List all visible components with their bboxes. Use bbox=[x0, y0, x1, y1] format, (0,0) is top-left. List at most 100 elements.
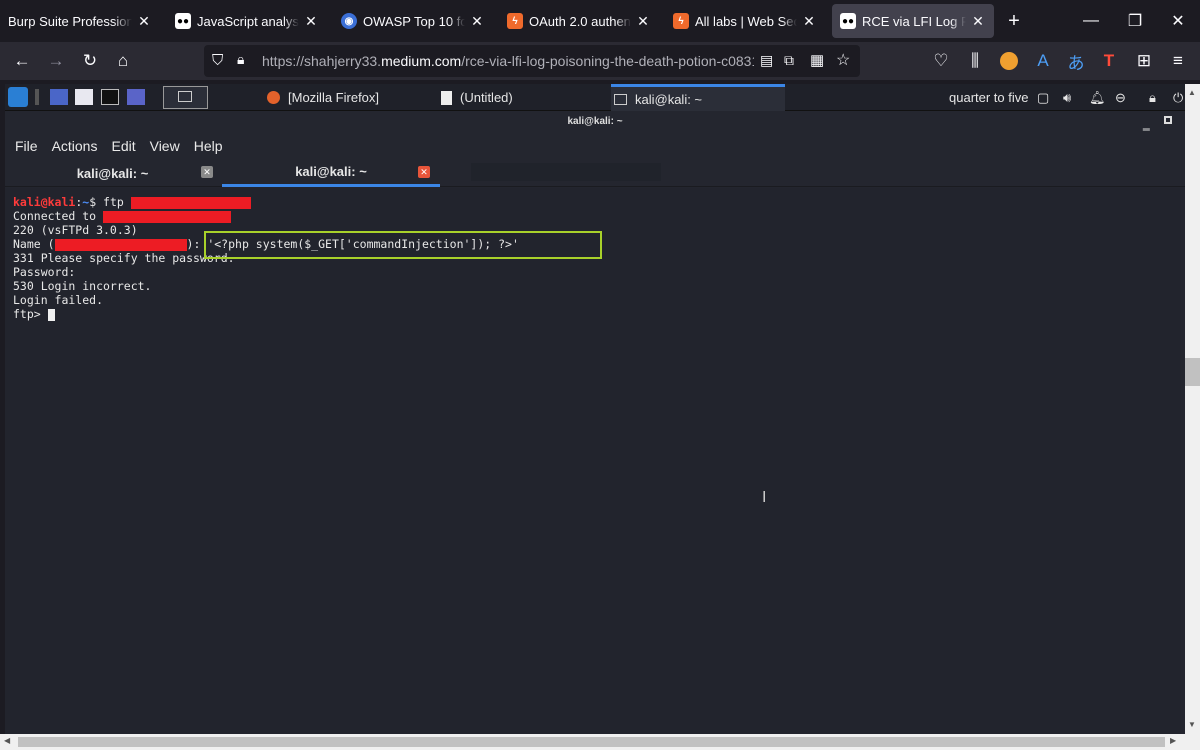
menu-help[interactable]: Help bbox=[194, 138, 223, 154]
firefox-icon bbox=[267, 91, 280, 104]
desktop-panel: [Mozilla Firefox] (Untitled) kali@kali: … bbox=[5, 84, 1185, 111]
scroll-up-icon[interactable]: ▲ bbox=[1188, 88, 1196, 97]
terminal-window-title: kali@kali: ~ bbox=[5, 111, 1185, 133]
lock-screen-icon[interactable]: 🔒︎ bbox=[1149, 84, 1156, 111]
browser-tab-label: Burp Suite Professional bbox=[8, 13, 132, 29]
new-tab-button[interactable]: + bbox=[993, 0, 1035, 42]
close-window-button[interactable]: ✕ bbox=[1157, 0, 1199, 42]
power-icon[interactable]: ⏻ bbox=[1173, 84, 1183, 111]
minimize-window-button[interactable]: ‗ bbox=[1143, 117, 1150, 131]
file-manager-icon[interactable] bbox=[75, 89, 93, 105]
browser-tab-label: JavaScript analysis leads to bbox=[197, 13, 299, 29]
notification-bell-icon[interactable]: 🔔︎ bbox=[1089, 84, 1106, 111]
portswigger-icon: ϟ bbox=[673, 13, 689, 29]
pocket-icon[interactable]: ♡ bbox=[927, 47, 955, 75]
browser-tab[interactable]: ●● JavaScript analysis leads to ✕ bbox=[167, 4, 327, 38]
lock-icon[interactable]: 🔒︎ bbox=[237, 51, 244, 68]
extensions-icon[interactable]: ⊞ bbox=[1130, 47, 1158, 75]
terminal-line: 530 Login incorrect. bbox=[13, 279, 152, 293]
browser-tab-label: OWASP Top 10 for Web bbox=[363, 13, 465, 29]
close-icon[interactable]: ✕ bbox=[136, 13, 152, 30]
maximize-window-button[interactable] bbox=[1164, 116, 1172, 124]
browser-tab-active[interactable]: ●● RCE via LFI Log Poisoning ✕ bbox=[832, 4, 994, 38]
medium-icon: ●● bbox=[840, 13, 856, 29]
terminal-tab-active[interactable]: kali@kali: ~ bbox=[222, 159, 440, 187]
network-icon[interactable]: ⊖ bbox=[1115, 84, 1126, 111]
text-cursor bbox=[47, 308, 55, 321]
panel-separator bbox=[35, 89, 39, 105]
kali-menu-icon[interactable] bbox=[8, 87, 28, 107]
forward-icon[interactable]: → bbox=[42, 47, 70, 75]
translate-extension-icon[interactable]: A bbox=[1029, 47, 1057, 75]
scrollbar-thumb[interactable] bbox=[18, 737, 1165, 747]
browser-tab-strip: Burp Suite Professional ✕ ●● JavaScript … bbox=[0, 0, 1200, 42]
extension-icon[interactable] bbox=[995, 47, 1023, 75]
menu-view[interactable]: View bbox=[150, 138, 180, 154]
scroll-left-icon[interactable]: ◀ bbox=[4, 736, 10, 745]
terminal-launcher-icon[interactable] bbox=[101, 89, 119, 105]
display-icon[interactable]: ▢ bbox=[1037, 84, 1049, 111]
restore-button[interactable]: ❐ bbox=[1114, 0, 1156, 42]
document-icon bbox=[441, 90, 452, 105]
qr-code-icon[interactable]: ▦ bbox=[810, 51, 824, 69]
terminal-line: ftp> bbox=[13, 307, 1181, 321]
horizontal-scrollbar[interactable]: ◀ ▶ bbox=[0, 734, 1200, 750]
close-icon[interactable]: ✕ bbox=[469, 13, 485, 30]
workspace-switcher[interactable] bbox=[163, 86, 208, 109]
menu-actions[interactable]: Actions bbox=[52, 138, 98, 154]
terminal-tab[interactable]: kali@kali: ~ bbox=[5, 159, 220, 187]
browser-tab[interactable]: ϟ All labs | Web Security ✕ bbox=[665, 4, 825, 38]
text-extension-icon[interactable]: T bbox=[1095, 47, 1123, 75]
panel-task-firefox[interactable]: [Mozilla Firefox] bbox=[267, 84, 379, 111]
redacted-username bbox=[54, 238, 187, 251]
scroll-right-icon[interactable]: ▶ bbox=[1170, 736, 1176, 745]
panel-task-terminal[interactable]: kali@kali: ~ bbox=[611, 84, 785, 111]
browser-tab-label: All labs | Web Security bbox=[695, 13, 797, 29]
terminal-output[interactable]: kali@kali:~$ ftp Connected to 220 (vsFTP… bbox=[5, 188, 1181, 734]
browser-tab-label: OAuth 2.0 authentication bbox=[529, 13, 631, 29]
translate-icon[interactable]: ⧉ bbox=[784, 52, 794, 69]
browser-tab[interactable]: ϟ OAuth 2.0 authentication ✕ bbox=[499, 4, 659, 38]
reader-view-icon[interactable]: ▤ bbox=[760, 52, 773, 69]
browser-tab[interactable]: ◉ OWASP Top 10 for Web ✕ bbox=[333, 4, 493, 38]
screenshot-icon[interactable] bbox=[127, 89, 145, 105]
minimize-button[interactable]: — bbox=[1070, 0, 1112, 42]
library-icon[interactable]: ⫼ bbox=[961, 47, 989, 75]
shield-icon[interactable]: ⛉ bbox=[212, 52, 223, 69]
bookmark-star-icon[interactable]: ☆ bbox=[836, 50, 850, 70]
menu-edit[interactable]: Edit bbox=[111, 138, 135, 154]
back-icon[interactable]: ← bbox=[8, 47, 36, 75]
panel-task-untitled[interactable]: (Untitled) bbox=[441, 84, 513, 111]
translator-icon[interactable]: あ bbox=[1062, 47, 1090, 75]
navigation-bar: ← → ↻ ⌂ ⛉ 🔒︎ https://shahjerry33.medium.… bbox=[0, 42, 1200, 80]
volume-icon[interactable]: 🔊︎ bbox=[1063, 84, 1071, 111]
close-tab-icon[interactable]: ✕ bbox=[418, 166, 430, 178]
browser-tab[interactable]: Burp Suite Professional ✕ bbox=[0, 4, 160, 38]
redacted-ip bbox=[130, 196, 251, 209]
close-icon[interactable]: ✕ bbox=[801, 13, 817, 30]
menu-file[interactable]: File bbox=[15, 138, 38, 154]
owasp-icon: ◉ bbox=[341, 13, 357, 29]
home-icon[interactable]: ⌂ bbox=[109, 47, 137, 75]
panel-clock[interactable]: quarter to five bbox=[949, 84, 1029, 111]
medium-icon: ●● bbox=[175, 13, 191, 29]
redacted-host bbox=[103, 210, 232, 223]
terminal-line: Connected to bbox=[13, 209, 1181, 223]
terminal-tab-bar: kali@kali: ~ ✕ kali@kali: ~ ✕ bbox=[5, 159, 1185, 187]
close-icon[interactable]: ✕ bbox=[970, 13, 986, 30]
show-desktop-icon[interactable] bbox=[50, 89, 68, 105]
url-bar[interactable]: ⛉ 🔒︎ https://shahjerry33.medium.com/rce-… bbox=[204, 45, 860, 77]
menu-icon[interactable]: ≡ bbox=[1164, 47, 1192, 75]
vertical-scrollbar[interactable]: ▲ ▼ bbox=[1185, 84, 1200, 734]
url-text[interactable]: https://shahjerry33.medium.com/rce-via-l… bbox=[262, 53, 754, 69]
close-icon[interactable]: ✕ bbox=[635, 13, 651, 30]
close-tab-icon[interactable]: ✕ bbox=[201, 166, 213, 178]
mouse-ibeam-cursor: I bbox=[762, 489, 767, 506]
scrollbar-thumb[interactable] bbox=[1185, 358, 1200, 386]
terminal-icon bbox=[614, 93, 627, 105]
scroll-down-icon[interactable]: ▼ bbox=[1188, 720, 1196, 729]
close-icon[interactable]: ✕ bbox=[303, 13, 319, 30]
page-content: [Mozilla Firefox] (Untitled) kali@kali: … bbox=[5, 84, 1185, 734]
reload-icon[interactable]: ↻ bbox=[76, 47, 104, 75]
terminal-menubar: File Actions Edit View Help bbox=[5, 133, 1185, 159]
